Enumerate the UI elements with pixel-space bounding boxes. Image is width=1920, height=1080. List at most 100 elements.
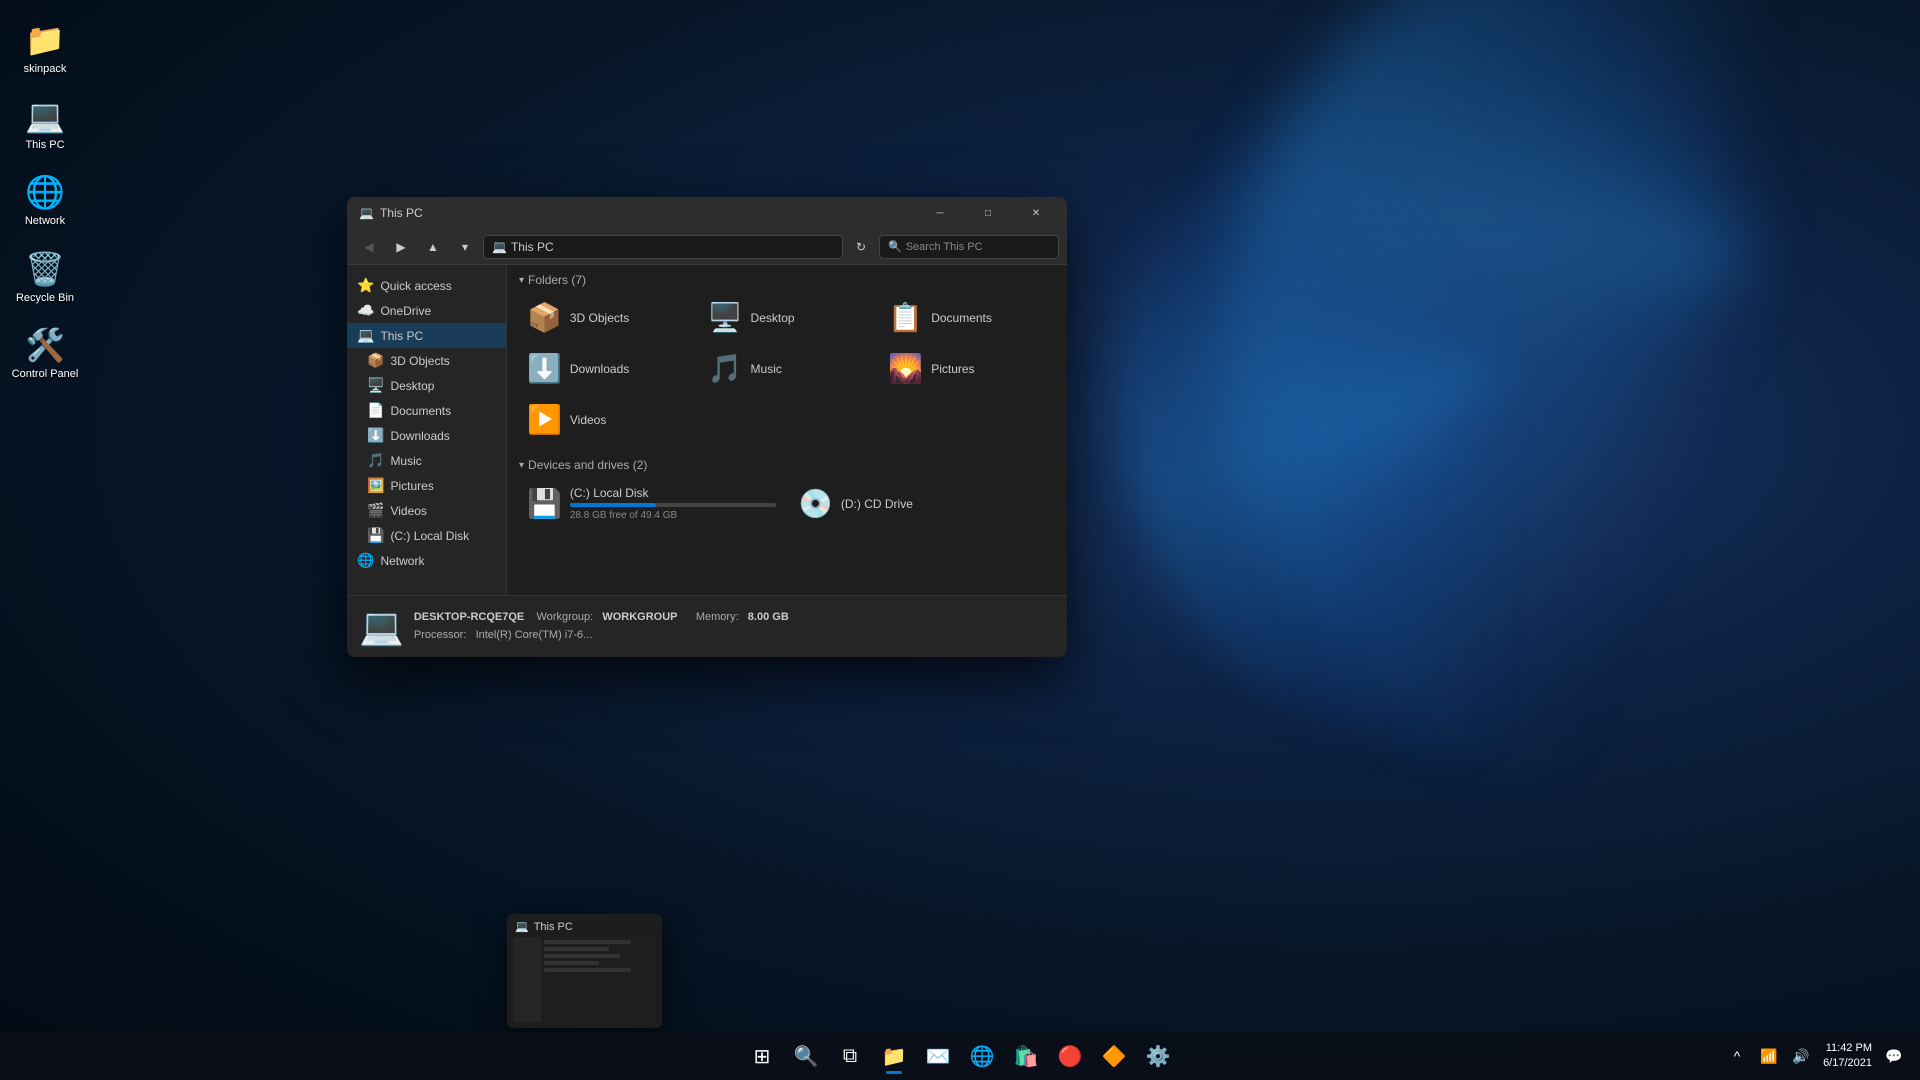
sidebar-item-music[interactable]: 🎵 Music bbox=[347, 448, 506, 473]
folders-grid: 📦 3D Objects 🖥️ Desktop 📋 Documents ⬇️ D… bbox=[519, 295, 1055, 442]
folder-pictures[interactable]: 🌄 Pictures bbox=[880, 346, 1055, 391]
this-pc-sidebar-icon: 💻 bbox=[357, 327, 374, 344]
office-taskbar-button[interactable]: 🔴 bbox=[1050, 1036, 1090, 1076]
titlebar-pc-icon: 💻 bbox=[359, 206, 374, 220]
sidebar-item-pictures[interactable]: 🖼️ Pictures bbox=[347, 473, 506, 498]
dropdown-button[interactable]: ▾ bbox=[451, 233, 479, 261]
sidebar-item-local-disk[interactable]: 💾 (C:) Local Disk bbox=[347, 523, 506, 548]
preview-icon: 💻 bbox=[515, 920, 529, 933]
drive-c[interactable]: 💾 (C:) Local Disk 28.8 GB free of 49.4 G… bbox=[519, 480, 784, 527]
search-placeholder-text: Search This PC bbox=[906, 241, 983, 253]
folder-videos[interactable]: ▶️ Videos bbox=[519, 397, 694, 442]
volume-tray-icon[interactable]: 🔊 bbox=[1787, 1042, 1815, 1070]
pictures-sidebar-label: Pictures bbox=[390, 479, 433, 493]
file-explorer-taskbar-button[interactable]: 📁 bbox=[874, 1036, 914, 1076]
desktop-icon-control-panel[interactable]: 🛠️ Control Panel bbox=[5, 320, 85, 386]
network-sidebar-icon: 🌐 bbox=[357, 552, 374, 569]
drives-grid: 💾 (C:) Local Disk 28.8 GB free of 49.4 G… bbox=[519, 480, 1055, 527]
task-view-icon: ⧉ bbox=[843, 1045, 857, 1068]
c-drive-icon: 💾 bbox=[527, 487, 562, 520]
folder-3d-icon: 📦 bbox=[527, 301, 562, 334]
documents-sidebar-label: Documents bbox=[390, 404, 451, 418]
sidebar-item-this-pc[interactable]: 💻 This PC bbox=[347, 323, 506, 348]
drive-d[interactable]: 💿 (D:) CD Drive bbox=[790, 480, 1055, 527]
thispc-label: This PC bbox=[25, 139, 64, 152]
mini-row-2 bbox=[544, 947, 609, 951]
folder-music[interactable]: 🎵 Music bbox=[700, 346, 875, 391]
c-drive-name: (C:) Local Disk bbox=[570, 486, 776, 500]
sidebar-item-network[interactable]: 🌐 Network bbox=[347, 548, 506, 573]
settings-taskbar-icon: ⚙️ bbox=[1146, 1044, 1171, 1069]
desktop-icon-recycle-bin[interactable]: 🗑️ Recycle Bin bbox=[5, 244, 85, 310]
folder-desktop-label: Desktop bbox=[751, 311, 795, 325]
preview-thumb-inner bbox=[513, 937, 656, 1022]
refresh-button[interactable]: ↻ bbox=[847, 233, 875, 261]
network-desktop-icon: 🌐 bbox=[25, 172, 65, 212]
folders-section-label: Folders (7) bbox=[528, 273, 586, 287]
thispc-icon: 💻 bbox=[25, 96, 65, 136]
taskbar-center: ⊞ 🔍 ⧉ 📁 ✉️ 🌐 🛍️ 🔴 🔶 ⚙️ bbox=[742, 1036, 1178, 1076]
maximize-button[interactable]: □ bbox=[965, 197, 1011, 229]
address-text: This PC bbox=[511, 240, 554, 254]
store-taskbar-button[interactable]: 🛍️ bbox=[1006, 1036, 1046, 1076]
quick-access-label: Quick access bbox=[380, 279, 451, 293]
edge-taskbar-button[interactable]: 🌐 bbox=[962, 1036, 1002, 1076]
control-panel-label: Control Panel bbox=[12, 368, 79, 381]
folder-music-label: Music bbox=[751, 362, 782, 376]
sidebar-item-3d-objects[interactable]: 📦 3D Objects bbox=[347, 348, 506, 373]
drives-section-header[interactable]: ▾ Devices and drives (2) bbox=[519, 458, 1055, 472]
settings-taskbar-button[interactable]: ⚙️ bbox=[1138, 1036, 1178, 1076]
d-drive-icon: 💿 bbox=[798, 487, 833, 520]
c-drive-info: (C:) Local Disk 28.8 GB free of 49.4 GB bbox=[570, 486, 776, 521]
notification-icon[interactable]: 💬 bbox=[1880, 1042, 1908, 1070]
close-button[interactable]: ✕ bbox=[1013, 197, 1059, 229]
start-button[interactable]: ⊞ bbox=[742, 1036, 782, 1076]
quick-access-icon: ⭐ bbox=[357, 277, 374, 294]
folder-3d-objects[interactable]: 📦 3D Objects bbox=[519, 295, 694, 340]
sidebar-item-videos[interactable]: 🎬 Videos bbox=[347, 498, 506, 523]
preview-thumbnail[interactable] bbox=[513, 937, 656, 1022]
pc-info: DESKTOP-RCQE7QE Workgroup: WORKGROUP Mem… bbox=[414, 609, 789, 644]
mail-taskbar-button[interactable]: ✉️ bbox=[918, 1036, 958, 1076]
minimize-button[interactable]: ─ bbox=[917, 197, 963, 229]
folders-section-header[interactable]: ▾ Folders (7) bbox=[519, 273, 1055, 287]
sidebar-item-onedrive[interactable]: ☁️ OneDrive bbox=[347, 298, 506, 323]
folder-desktop[interactable]: 🖥️ Desktop bbox=[700, 295, 875, 340]
c-drive-space: 28.8 GB free of 49.4 GB bbox=[570, 510, 776, 521]
network-tray-icon[interactable]: 📶 bbox=[1755, 1042, 1783, 1070]
search-bar[interactable]: 🔍 Search This PC bbox=[879, 235, 1059, 259]
mini-row-1 bbox=[544, 940, 631, 944]
mail-taskbar-icon: ✉️ bbox=[926, 1044, 951, 1069]
back-button[interactable]: ◀ bbox=[355, 233, 383, 261]
clock[interactable]: 11:42 PM 6/17/2021 bbox=[1823, 1041, 1872, 1072]
energize-taskbar-button[interactable]: 🔶 bbox=[1094, 1036, 1134, 1076]
forward-button[interactable]: ▶ bbox=[387, 233, 415, 261]
folder-downloads[interactable]: ⬇️ Downloads bbox=[519, 346, 694, 391]
preview-content-mini bbox=[541, 937, 656, 1022]
sidebar-item-quick-access[interactable]: ⭐ Quick access bbox=[347, 273, 506, 298]
task-view-button[interactable]: ⧉ bbox=[830, 1036, 870, 1076]
d-drive-name: (D:) CD Drive bbox=[841, 497, 1047, 511]
onedrive-label: OneDrive bbox=[380, 304, 431, 318]
sidebar-item-documents[interactable]: 📄 Documents bbox=[347, 398, 506, 423]
desktop-icon-skinpack[interactable]: 📁 skinpack bbox=[5, 15, 85, 81]
tray-chevron-icon[interactable]: ^ bbox=[1723, 1042, 1751, 1070]
edge-taskbar-icon: 🌐 bbox=[970, 1044, 995, 1069]
desktop-icon-thispc[interactable]: 💻 This PC bbox=[5, 91, 85, 157]
search-button[interactable]: 🔍 bbox=[786, 1036, 826, 1076]
sidebar-item-desktop[interactable]: 🖥️ Desktop bbox=[347, 373, 506, 398]
desktop-icon-network[interactable]: 🌐 Network bbox=[5, 167, 85, 233]
mini-row-4 bbox=[544, 961, 599, 965]
taskbar-preview-popup: 💻 This PC bbox=[507, 914, 662, 1028]
network-label: Network bbox=[25, 215, 65, 228]
folder-videos-label: Videos bbox=[570, 413, 606, 427]
address-bar[interactable]: 💻 This PC bbox=[483, 235, 843, 259]
folder-documents-icon: 📋 bbox=[888, 301, 923, 334]
explorer-titlebar: 💻 This PC ─ □ ✕ bbox=[347, 197, 1067, 229]
memory-label-text: Memory: bbox=[696, 611, 739, 623]
folder-documents[interactable]: 📋 Documents bbox=[880, 295, 1055, 340]
videos-sidebar-label: Videos bbox=[390, 504, 426, 518]
sidebar-item-downloads[interactable]: ⬇️ Downloads bbox=[347, 423, 506, 448]
up-button[interactable]: ▲ bbox=[419, 233, 447, 261]
music-sidebar-icon: 🎵 bbox=[367, 452, 384, 469]
